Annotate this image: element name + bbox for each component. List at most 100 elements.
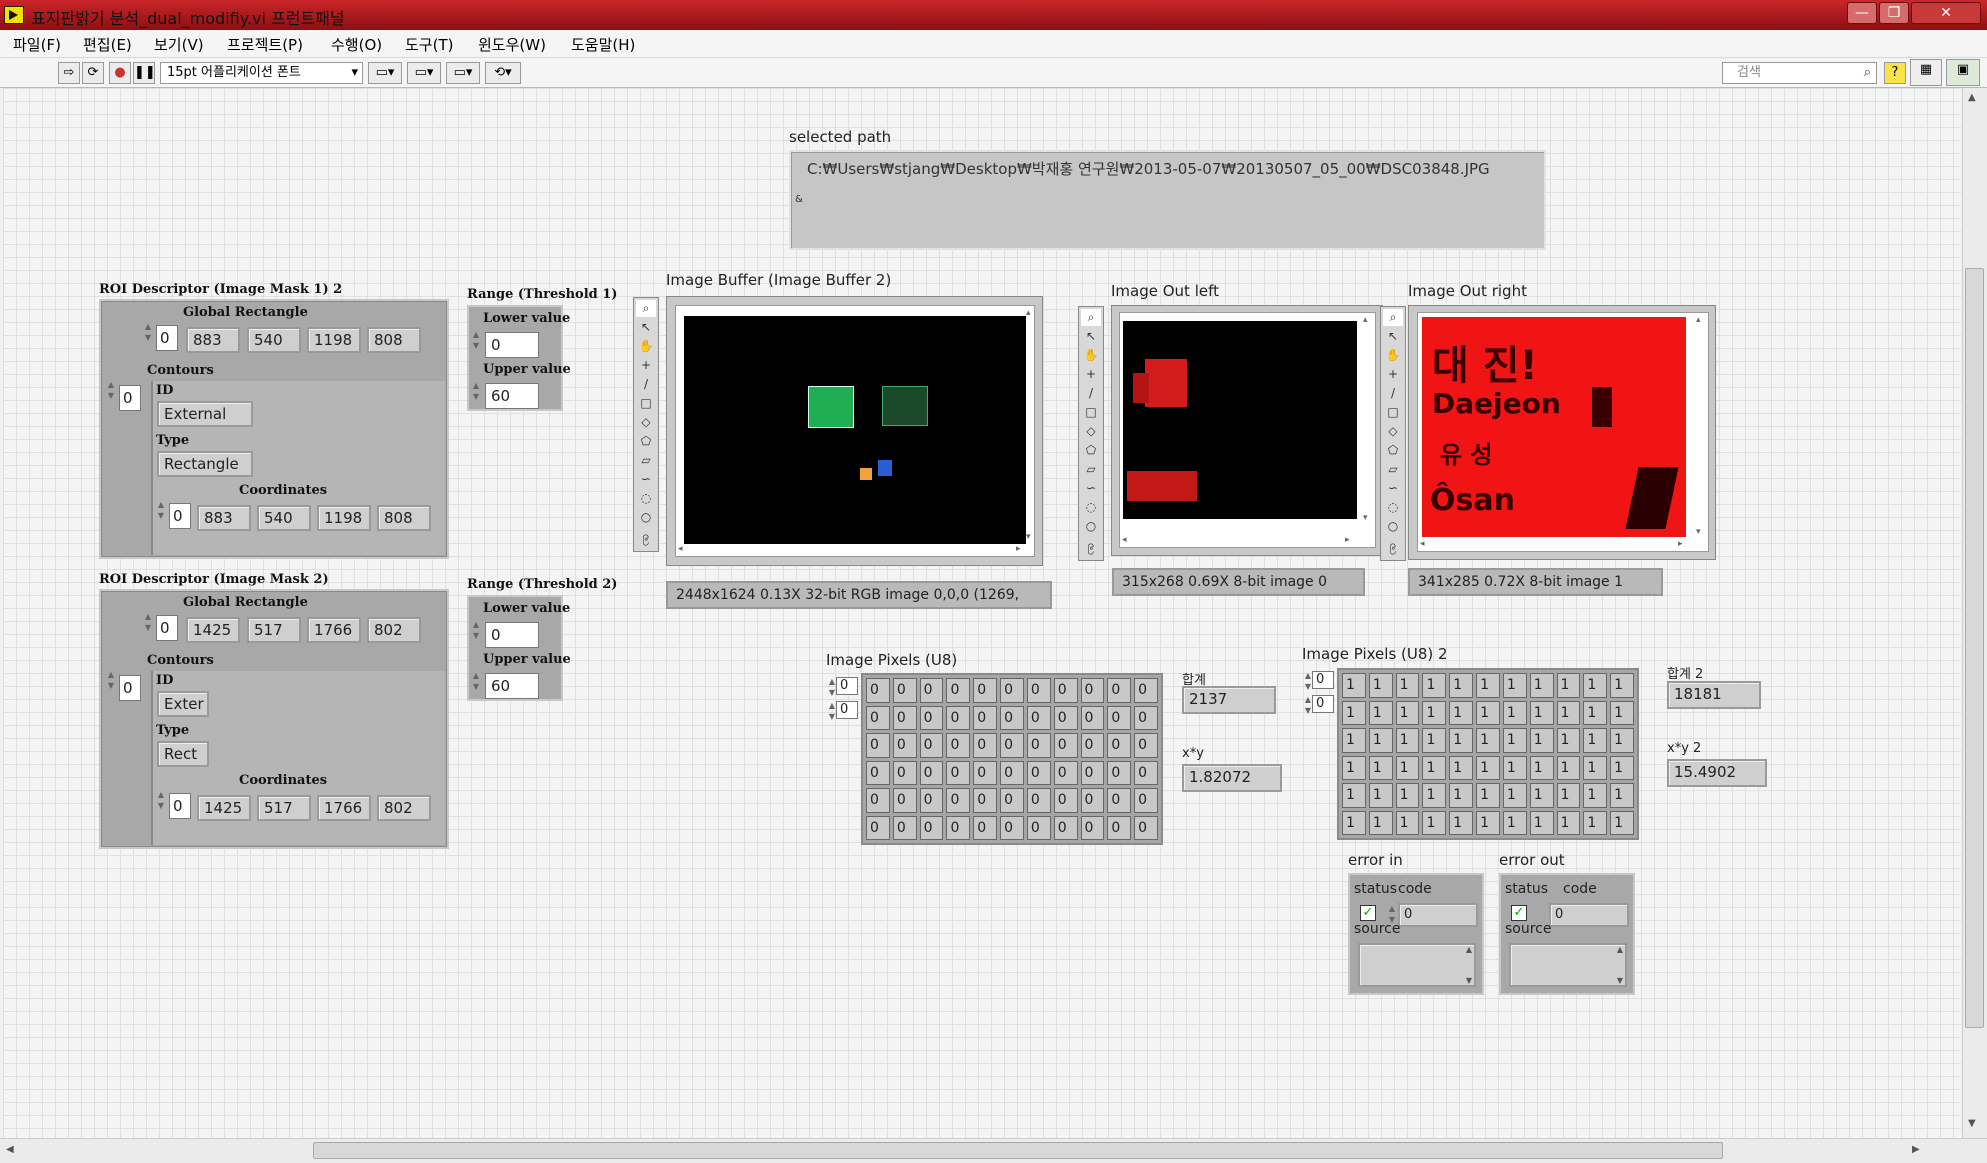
freehand-tool-icon[interactable]: ▱: [1383, 461, 1403, 478]
pixel-cell[interactable]: 0: [1000, 733, 1024, 758]
pixel-cell[interactable]: 0: [973, 733, 998, 758]
roi1-coord-right[interactable]: 1198: [317, 505, 371, 531]
reorder-icon[interactable]: ⟲▾: [485, 62, 521, 84]
pixel-cell[interactable]: 1: [1395, 783, 1420, 808]
pixel-cell[interactable]: 1: [1556, 783, 1581, 808]
pixel-cell[interactable]: 0: [1026, 705, 1051, 730]
image-out-left-display[interactable]: ◂ ▸ ▴ ▾: [1111, 305, 1383, 556]
image-buffer-display[interactable]: ◂ ▸ ▴ ▾: [666, 296, 1043, 566]
error-in-source-value[interactable]: ▲ ▼: [1358, 943, 1476, 987]
pixel-cell[interactable]: 1: [1449, 783, 1474, 808]
roi2-contour-index[interactable]: 0: [119, 675, 141, 701]
scroll-left-icon[interactable]: ◂: [1122, 535, 1127, 545]
roi2-id-value[interactable]: Exter: [157, 691, 209, 717]
roi1-gr-index[interactable]: 0: [156, 325, 178, 351]
path-browse-icon[interactable]: &: [795, 194, 803, 205]
pixel-cell[interactable]: 1: [1368, 728, 1393, 753]
line-tool-icon[interactable]: /: [1383, 385, 1403, 402]
pixel-cell[interactable]: 1: [1422, 728, 1447, 753]
rotated-rect-tool-icon[interactable]: ◇: [1383, 423, 1403, 440]
pixel-cell[interactable]: 0: [1080, 733, 1105, 758]
pixel-cell[interactable]: 1: [1368, 700, 1393, 725]
pixel-cell[interactable]: 0: [1134, 815, 1158, 840]
pixel-cell[interactable]: 1: [1529, 728, 1554, 753]
pixel-cell[interactable]: 1: [1476, 783, 1500, 808]
pixel-cell[interactable]: 0: [1134, 788, 1158, 813]
roi1-coord-top[interactable]: 540: [257, 505, 311, 531]
pixel-cell[interactable]: 0: [1134, 705, 1158, 730]
pixels2-col-index[interactable]: 0: [1312, 695, 1334, 713]
pixel-cell[interactable]: 1: [1476, 700, 1500, 725]
roi2-coord-spinner[interactable]: ▲ ▼: [155, 789, 167, 813]
roi2-coord-right[interactable]: 1766: [317, 795, 371, 821]
pixel-cell[interactable]: 1: [1610, 673, 1634, 698]
freeline-tool-icon[interactable]: ∽: [1081, 480, 1101, 497]
scroll-up-icon[interactable]: ▴: [1026, 308, 1031, 318]
menu-edit[interactable]: 편집(E): [83, 34, 132, 55]
pixel-cell[interactable]: 0: [1107, 705, 1132, 730]
pixel-cell[interactable]: 0: [919, 788, 944, 813]
pixel-cell[interactable]: 0: [1080, 705, 1105, 730]
roi1-type-value[interactable]: Rectangle: [157, 451, 253, 477]
polygon-tool-icon[interactable]: ⬠: [1081, 442, 1101, 459]
pixel-cell[interactable]: 0: [1026, 733, 1051, 758]
scroll-up-icon[interactable]: ▲: [1968, 92, 1976, 103]
pixel-cell[interactable]: 0: [919, 678, 944, 703]
line-tool-icon[interactable]: /: [1081, 385, 1101, 402]
roi2-coord-bottom[interactable]: 802: [377, 795, 431, 821]
scroll-left-icon[interactable]: ◂: [678, 544, 683, 554]
zoom-tool-icon[interactable]: ⌕: [636, 300, 656, 317]
pixel-cell[interactable]: 1: [1556, 755, 1581, 780]
range2-upper-input[interactable]: 60: [485, 673, 539, 699]
pixel-cell[interactable]: 1: [1556, 810, 1581, 835]
align-objects-icon[interactable]: ▭▾: [368, 62, 402, 84]
annulus-tool-icon[interactable]: ◌: [636, 490, 656, 507]
range1-lower-spinner[interactable]: ▲ ▼: [470, 329, 482, 353]
pixel-cell[interactable]: 1: [1368, 810, 1393, 835]
oval-tool-icon[interactable]: ○: [1081, 518, 1101, 535]
help-icon[interactable]: ?: [1884, 62, 1906, 84]
pixel-cell[interactable]: 1: [1449, 755, 1474, 780]
menu-project[interactable]: 프로젝트(P): [227, 34, 303, 55]
selected-path-control[interactable]: C:₩Users₩stjang₩Desktop₩박재홍 연구원₩2013-05-…: [789, 150, 1546, 250]
pixel-cell[interactable]: 0: [1026, 760, 1051, 785]
pixel-cell[interactable]: 0: [1026, 788, 1051, 813]
error-in-status-checkbox[interactable]: ✓: [1360, 905, 1376, 921]
run-continuously-icon[interactable]: ⟳: [82, 62, 104, 84]
roi1-gr-spinner[interactable]: ▲ ▼: [142, 321, 154, 345]
pixels2-row-index[interactable]: 0: [1312, 671, 1334, 689]
pixel-cell[interactable]: 0: [1107, 760, 1132, 785]
pixel-cell[interactable]: 0: [1000, 760, 1024, 785]
pixel-cell[interactable]: 1: [1422, 700, 1447, 725]
font-select[interactable]: 15pt 어플리케이션 폰트 ▾: [160, 62, 363, 84]
scroll-down-icon[interactable]: ▼: [1968, 1118, 1976, 1129]
vi-icon[interactable]: ▣: [1946, 59, 1980, 86]
roi1-contour-spinner[interactable]: ▲ ▼: [105, 379, 117, 403]
roi2-gr-left[interactable]: 1425: [186, 617, 240, 643]
pixel-cell[interactable]: 0: [892, 815, 917, 840]
range1-lower-input[interactable]: 0: [485, 332, 539, 358]
pixel-cell[interactable]: 1: [1556, 700, 1581, 725]
pixel-cell[interactable]: 1: [1529, 755, 1554, 780]
scroll-up-icon[interactable]: ▴: [1363, 315, 1368, 325]
pixel-cell[interactable]: 1: [1422, 673, 1447, 698]
pixel-cell[interactable]: 1: [1368, 755, 1393, 780]
pixel-cell[interactable]: 1: [1368, 783, 1393, 808]
broken-line-tool-icon[interactable]: ၉: [636, 528, 656, 545]
pixel-cell[interactable]: 0: [1026, 678, 1051, 703]
pixel-cell[interactable]: 0: [1053, 760, 1078, 785]
pixel-cell[interactable]: 0: [1053, 733, 1078, 758]
pixel-cell[interactable]: 0: [919, 760, 944, 785]
pixel-cell[interactable]: 1: [1529, 783, 1554, 808]
roi2-gr-spinner[interactable]: ▲ ▼: [142, 611, 154, 635]
broken-line-tool-icon[interactable]: ၉: [1081, 537, 1101, 554]
pixel-cell[interactable]: 1: [1422, 810, 1447, 835]
roi2-gr-index[interactable]: 0: [156, 615, 178, 641]
pixel-cell[interactable]: 1: [1556, 728, 1581, 753]
pixel-cell[interactable]: 0: [946, 760, 971, 785]
pixel-cell[interactable]: 0: [1107, 678, 1132, 703]
pixel-cell[interactable]: 1: [1610, 700, 1634, 725]
pixel-cell[interactable]: 1: [1395, 755, 1420, 780]
pixel-cell[interactable]: 1: [1368, 673, 1393, 698]
menu-tools[interactable]: 도구(T): [405, 34, 453, 55]
